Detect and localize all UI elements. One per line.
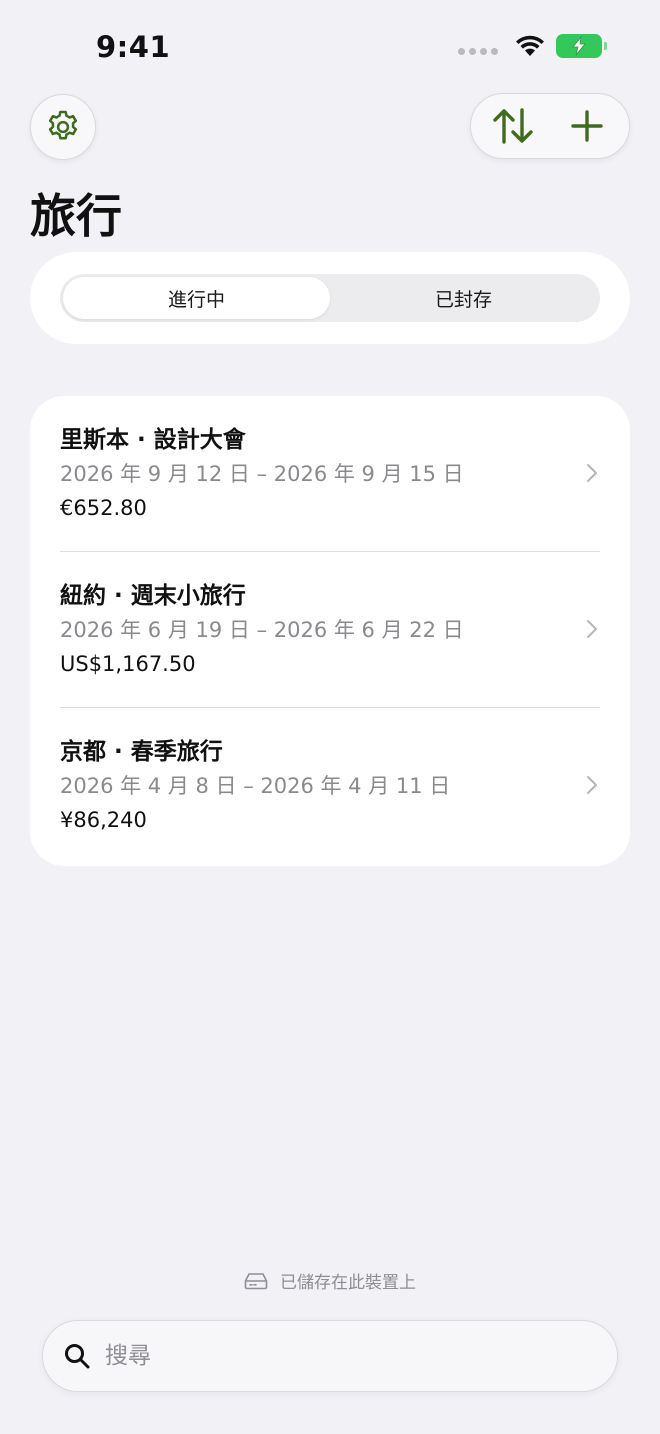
status-time: 9:41 (96, 30, 171, 64)
chevron-right-icon (584, 774, 600, 796)
segment-card: 進行中 已封存 (30, 252, 630, 344)
segment-active[interactable]: 進行中 (63, 277, 330, 319)
page-title: 旅行 (30, 189, 122, 243)
cellular-signal-icon (458, 47, 498, 55)
status-indicators (458, 34, 607, 58)
search-bar[interactable] (42, 1320, 618, 1392)
battery-charging-icon (556, 34, 607, 58)
storage-note: 已儲存在此裝置上 (0, 1268, 660, 1293)
wifi-icon (516, 35, 544, 56)
toolbar-actions (470, 93, 630, 159)
storage-note-text: 已儲存在此裝置上 (280, 1273, 416, 1293)
trip-filter-segmented-control: 進行中 已封存 (60, 274, 600, 322)
add-trip-button[interactable] (563, 102, 611, 150)
trip-name: 紐約 · 週末小旅行 (60, 583, 246, 609)
search-icon (65, 1344, 90, 1369)
trip-name: 京都 · 春季旅行 (60, 739, 223, 765)
trip-row[interactable]: 紐約 · 週末小旅行 2026 年 6 月 19 日 – 2026 年 6 月 … (60, 552, 600, 708)
plus-icon (571, 110, 603, 142)
chevron-right-icon (584, 618, 600, 640)
trip-list: 里斯本 · 設計大會 2026 年 9 月 12 日 – 2026 年 9 月 … (30, 396, 630, 866)
trip-total: US$1,167.50 (60, 652, 196, 676)
drive-icon (244, 1272, 268, 1289)
trip-name: 里斯本 · 設計大會 (60, 427, 246, 453)
sort-button[interactable] (489, 102, 537, 150)
chevron-right-icon (584, 462, 600, 484)
trip-row[interactable]: 京都 · 春季旅行 2026 年 4 月 8 日 – 2026 年 4 月 11… (60, 708, 600, 864)
sort-arrows-icon (493, 108, 533, 144)
trip-dates: 2026 年 9 月 12 日 – 2026 年 9 月 15 日 (60, 462, 464, 486)
trips-screen: 9:41 旅行 進行中 已封存 里斯本 · 設計大會 2026 年 9 月 12… (0, 0, 660, 1434)
settings-button[interactable] (30, 94, 96, 160)
trip-row[interactable]: 里斯本 · 設計大會 2026 年 9 月 12 日 – 2026 年 9 月 … (60, 396, 600, 552)
trip-dates: 2026 年 6 月 19 日 – 2026 年 6 月 22 日 (60, 618, 464, 642)
trip-total: ¥86,240 (60, 808, 147, 832)
trip-dates: 2026 年 4 月 8 日 – 2026 年 4 月 11 日 (60, 774, 451, 798)
gear-icon (48, 110, 78, 140)
segment-archived[interactable]: 已封存 (330, 277, 597, 319)
search-input[interactable] (105, 1343, 565, 1369)
trip-total: €652.80 (60, 496, 147, 520)
